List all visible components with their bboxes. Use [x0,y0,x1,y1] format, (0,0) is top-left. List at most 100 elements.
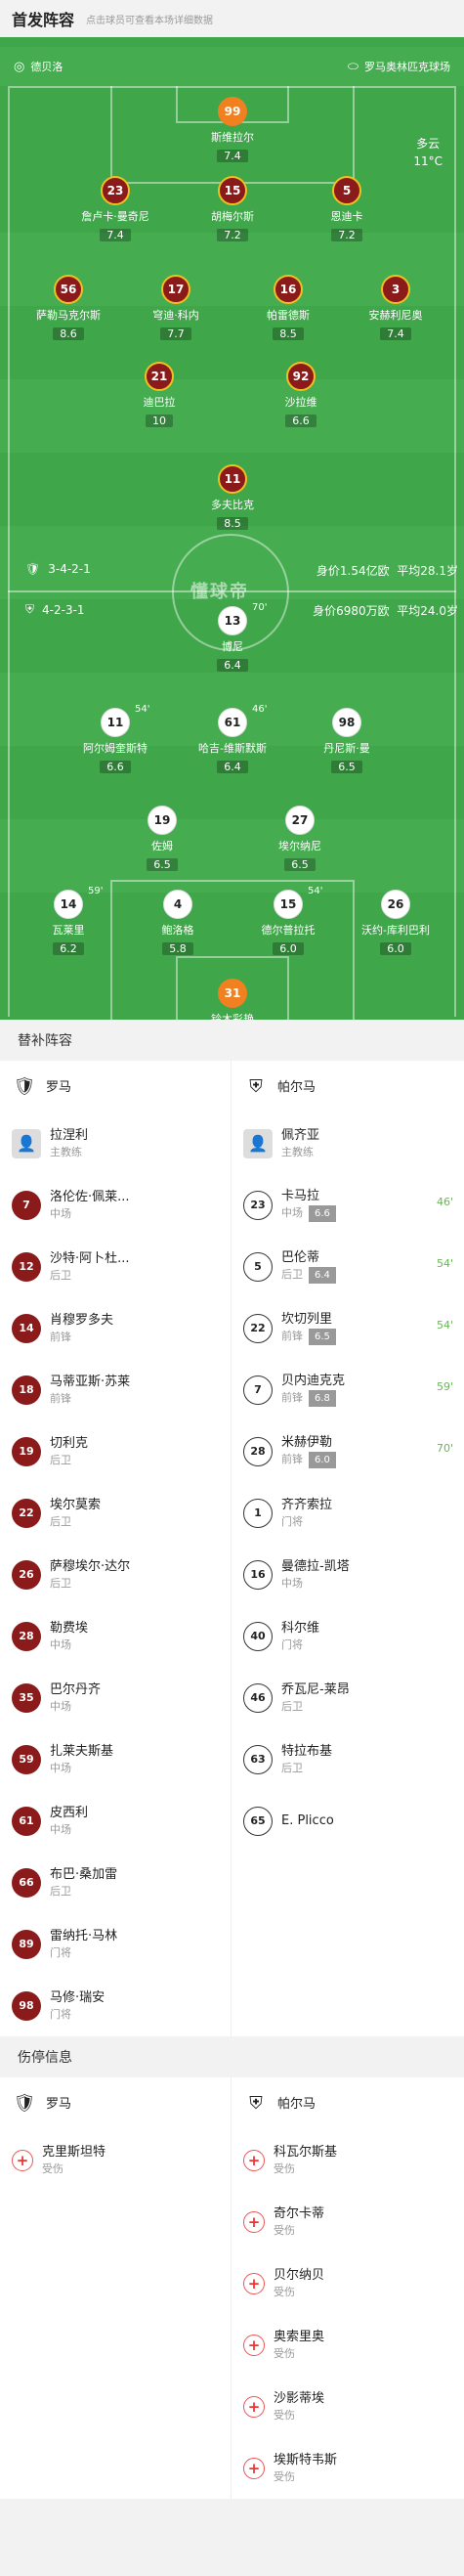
away-sub-row[interactable]: 1 齐齐索拉 门将 [232,1482,463,1544]
sub-name: 沙特·阿卜杜... [50,1250,130,1266]
player-number: 15 [274,890,303,919]
away-sub-row[interactable]: 40 科尔维 门将 [232,1605,463,1667]
home-sub-row[interactable]: 59 扎莱夫斯基 中场 [0,1728,231,1790]
player-number: 3 [381,275,410,304]
away-injury-row[interactable]: + 埃斯特韦斯 受伤 [232,2437,463,2499]
away-player-4[interactable]: 19 佐姆 6.5 [108,806,216,872]
sub-name: 科尔维 [281,1620,320,1636]
home-player-9[interactable]: 92 沙拉维 6.6 [247,362,355,428]
away-injury-row[interactable]: + 奥索里奥 受伤 [232,2314,463,2376]
home-player-0[interactable]: 99 斯维拉尔 7.4 [179,97,286,163]
player-name: 德尔普拉托 [261,924,316,937]
injury-section-title: 伤停信息 [0,2036,464,2077]
sub-position: 中场 [50,1637,71,1651]
player-name: 佐姆 [151,840,173,852]
away-player-10[interactable]: 31铃木彩艳6.8 [179,979,286,1020]
sub-off-marker: 54' [308,886,323,896]
away-sub-row[interactable]: 63 特拉布基 后卫 [232,1728,463,1790]
home-sub-row[interactable]: 7 洛伦佐·佩莱... 中场 [0,1174,231,1236]
player-name: 安赫利尼奥 [368,309,423,322]
home-sub-row[interactable]: 98 马修·瑞安 门将 [0,1975,231,2036]
away-injury-row[interactable]: + 贝尔纳贝 受伤 [232,2252,463,2314]
injury-status: 受伤 [274,2285,295,2298]
home-player-5[interactable]: 17 穹迪·科内 7.7 [122,275,230,341]
home-player-8[interactable]: 21 迪巴拉 10 [105,362,213,428]
away-player-7[interactable]: 4 鲍洛格 5.8 [124,890,232,956]
home-sub-row[interactable]: 22 埃尔莫索 后卫 [0,1482,231,1544]
player-name: 沙拉维 [284,396,317,409]
player-number: 13 [218,606,247,635]
away-player-9[interactable]: 26 沃约-库利巴利 6.0 [342,890,449,956]
player-number: 92 [286,362,316,391]
injured-player-name: 贝尔纳贝 [274,2267,325,2283]
home-sub-row[interactable]: 89 雷纳托·马林 门将 [0,1913,231,1975]
away-player-8[interactable]: 15 德尔普拉托 6.0 54' [234,886,342,956]
home-injury-row[interactable]: + 克里斯坦特 受伤 [0,2129,231,2191]
away-sub-row[interactable]: 7 贝内迪克克 前锋 6.8 59' [232,1359,463,1420]
away-sub-row[interactable]: 23 卡马拉 中场 6.6 46' [232,1174,463,1236]
coach-avatar: 👤 [12,1128,41,1158]
away-player-0[interactable]: 13 博尼 6.4 70' [179,602,286,673]
home-player-6[interactable]: 16 帕雷德斯 8.5 [234,275,342,341]
player-name: 斯维拉尔 [211,131,254,144]
player-rating: 7.4 [100,229,131,241]
home-sub-row[interactable]: 61 皮西利 中场 [0,1790,231,1852]
injured-player-name: 奇尔卡蒂 [274,2205,325,2221]
home-coach-row[interactable]: 👤 拉涅利 主教练 [0,1113,231,1174]
sub-position: 中场 [50,1761,71,1774]
player-number: 11 [101,708,130,737]
player-name: 哈吉-维斯默斯 [198,742,267,755]
away-sub-row[interactable]: 16 曼德拉-凯塔 中场 [232,1544,463,1605]
sub-on-time: 54' [436,1257,453,1270]
away-injury-row[interactable]: + 沙影蒂埃 受伤 [232,2376,463,2437]
sub-on-time: 59' [436,1380,453,1393]
away-sub-row[interactable]: 65 E. Plicco [232,1790,463,1852]
weather: 多云 11°C [413,135,443,170]
away-player-6[interactable]: 14 瓦莱里 6.2 59' [15,886,122,956]
player-number: 15 [218,176,247,205]
away-team-name: 帕尔马 [277,1080,316,1095]
sub-name: 萨穆埃尔·达尔 [50,1558,131,1574]
home-sub-row[interactable]: 19 切利克 后卫 [0,1420,231,1482]
sub-number: 22 [12,1498,41,1528]
home-sub-row[interactable]: 35 巴尔丹齐 中场 [0,1667,231,1728]
away-sub-row[interactable]: 46 乔瓦尼-莱昂 后卫 [232,1667,463,1728]
away-player-1[interactable]: 11 阿尔姆奎斯特 6.6 54' [62,704,169,774]
home-player-4[interactable]: 56 萨勒马克尔斯 8.6 [15,275,122,341]
away-value: 身价6980万欧 平均24.0岁 [313,604,458,618]
away-injury-row[interactable]: + 科瓦尔斯基 受伤 [232,2129,463,2191]
home-sub-row[interactable]: 18 马蒂亚斯·苏莱 前锋 [0,1359,231,1420]
subs-table: 🛡 罗马 👤 拉涅利 主教练 7 洛伦佐·佩莱... 中场 12 沙特·阿卜杜... 后卫 1… [0,1061,464,2036]
away-player-5[interactable]: 27 埃尔纳尼 6.5 [246,806,354,872]
sub-name: 埃尔莫索 [50,1497,102,1512]
away-sub-row[interactable]: 5 巴伦蒂 后卫 6.4 54' [232,1236,463,1297]
sub-position: 后卫 [50,1453,71,1466]
away-injury-row[interactable]: + 奇尔卡蒂 受伤 [232,2191,463,2252]
away-coach-row[interactable]: 👤 佩齐亚 主教练 [232,1113,463,1174]
player-rating: 6.5 [147,858,178,871]
player-name: 帕雷德斯 [267,309,310,322]
home-sub-row[interactable]: 14 肖穆罗多夫 前锋 [0,1297,231,1359]
home-sub-row[interactable]: 28 勒费埃 中场 [0,1605,231,1667]
home-sub-row[interactable]: 26 萨穆埃尔·达尔 后卫 [0,1544,231,1605]
player-rating: 6.4 [217,659,248,672]
home-player-3[interactable]: 5 恩迪卡 7.2 [293,176,401,242]
away-sub-row[interactable]: 28 米赫伊勒 前锋 6.0 70' [232,1420,463,1482]
home-sub-row[interactable]: 12 沙特·阿卜杜... 后卫 [0,1236,231,1297]
home-team-name: 罗马 [46,1080,72,1095]
away-player-3[interactable]: 98 丹尼斯·曼 6.5 [293,708,401,774]
away-player-2[interactable]: 61 哈吉-维斯默斯 6.4 46' [179,704,286,774]
parma-crest-icon: ⛨ [249,2093,263,2114]
injured-player-name: 科瓦尔斯基 [274,2144,338,2160]
sub-name: E. Plicco [281,1813,334,1828]
sub-name: 乔瓦尼-莱昂 [281,1681,350,1697]
home-player-10[interactable]: 11 多夫比克 8.5 [179,464,286,531]
subs-section-title: 替补阵容 [0,1020,464,1061]
parma-crest-icon: ⛨ [25,602,35,616]
home-player-2[interactable]: 15 胡梅尔斯 7.2 [179,176,286,242]
home-player-7[interactable]: 3 安赫利尼奥 7.4 [342,275,449,341]
sub-rating: 6.5 [309,1329,336,1345]
home-sub-row[interactable]: 66 布巴·桑加雷 后卫 [0,1852,231,1913]
away-sub-row[interactable]: 22 坎切列里 前锋 6.5 54' [232,1297,463,1359]
home-player-1[interactable]: 23 詹卢卡·曼奇尼 7.4 [62,176,169,242]
